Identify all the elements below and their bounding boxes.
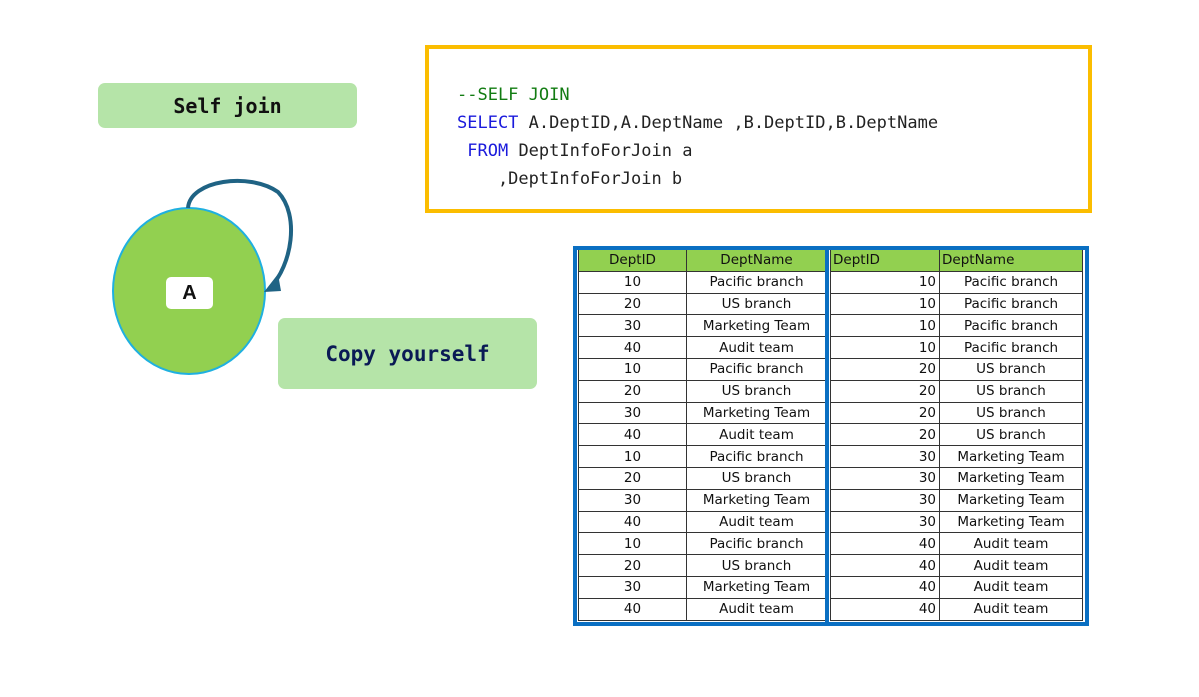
arrow-head-icon	[264, 274, 281, 292]
table-a-frame	[573, 246, 829, 626]
copy-yourself-label: Copy yourself	[278, 318, 537, 389]
sql-select-columns: A.DeptID,A.DeptName ,B.DeptID,B.DeptName	[518, 113, 939, 133]
sql-code-box: --SELF JOIN SELECT A.DeptID,A.DeptName ,…	[425, 45, 1092, 213]
self-join-diagram	[112, 179, 293, 375]
result-table: DeptID DeptName 10 Pacific branch 20 US bra…	[573, 246, 1089, 626]
sql-comment: --SELF JOIN	[457, 85, 570, 105]
sql-code: --SELF JOIN SELECT A.DeptID,A.DeptName ,…	[457, 81, 938, 193]
sql-from-table-a: DeptInfoForJoin a	[508, 141, 693, 161]
table-b-frame	[825, 246, 1089, 626]
sql-keyword-from: FROM	[467, 141, 509, 161]
self-join-label: Self join	[98, 83, 357, 128]
node-label-a: A	[166, 277, 213, 309]
sql-from-table-b: ,DeptInfoForJoin b	[457, 169, 683, 189]
sql-keyword-select: SELECT	[457, 113, 519, 133]
